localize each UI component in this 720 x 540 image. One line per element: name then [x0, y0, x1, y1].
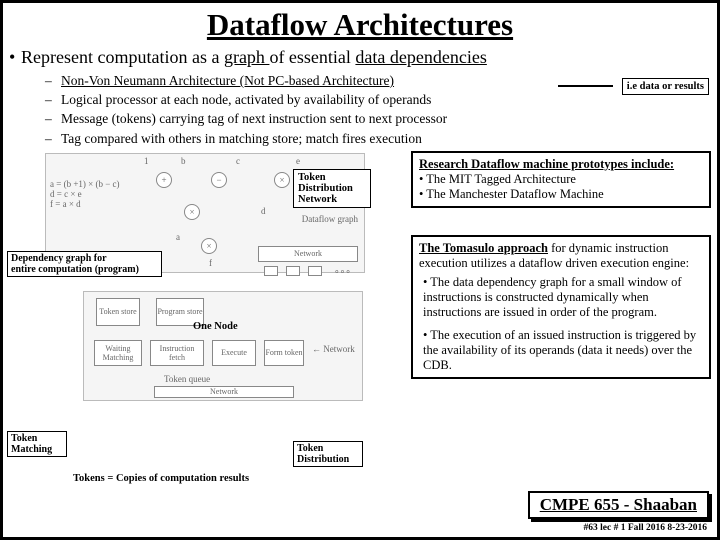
network-bar-2: Network — [154, 386, 294, 398]
tomasulo-heading: The Tomasulo approach — [419, 241, 548, 255]
graph-label-1: 1 — [144, 156, 149, 166]
tomasulo-p3: • The execution of an issued instruction… — [419, 328, 703, 373]
op-node-times-3: × — [201, 238, 217, 254]
token-queue-label: Token queue — [164, 374, 210, 384]
course-footer: CMPE 655 - Shaaban — [528, 491, 709, 519]
dependency-graph-label: Dependency graph for entire computation … — [7, 251, 162, 277]
waiting-matching-box: Waiting Matching — [94, 340, 142, 366]
one-node-caption: One Node — [193, 321, 238, 332]
tomasulo-p2: • The data dependency graph for a small … — [419, 275, 703, 320]
tomasulo-panel: The Tomasulo approach for dynamic instru… — [411, 235, 711, 379]
note-ie-data-or-results: i.e data or results — [622, 78, 709, 95]
page-title: Dataflow Architectures — [3, 3, 717, 45]
form-token-box: Form token — [264, 340, 304, 366]
arrow-to-note — [558, 85, 613, 87]
op-node-minus: − — [211, 172, 227, 188]
tokens-copies-caption: Tokens = Copies of computation results — [73, 473, 249, 484]
net-unit-2 — [286, 266, 300, 276]
one-node-diagram: Token store Program store Waiting Matchi… — [83, 291, 363, 401]
graph-label-d: d — [261, 206, 266, 216]
dataflow-graph-label: Dataflow graph — [302, 214, 358, 224]
network-bar: Network — [258, 246, 358, 262]
execute-box: Execute — [212, 340, 256, 366]
course-code: CMPE 655 - Shaaban — [540, 495, 697, 514]
sub-bullet-1: Non-Von Neumann Architecture (Not PC-bas… — [61, 73, 394, 88]
op-node-times-1: × — [274, 172, 290, 188]
token-distribution-network-label: Token Distribution Network — [293, 169, 371, 208]
research-prototypes-panel: Research Dataflow machine prototypes inc… — [411, 151, 711, 208]
sub-bullet-4: Tag compared with others in matching sto… — [61, 131, 422, 146]
net-unit-3 — [308, 266, 322, 276]
op-node-plus: + — [156, 172, 172, 188]
graph-label-e: e — [296, 156, 300, 166]
main-area: a = (b +1) × (b − c) d = c × e f = a × d… — [3, 151, 717, 531]
graph-label-c: c — [236, 156, 240, 166]
sub-bullet-3: Message (tokens) carrying tag of next in… — [61, 111, 447, 126]
research-item-1: • The MIT Tagged Architecture — [419, 172, 703, 187]
graph-label-f: f — [209, 258, 212, 268]
sub-bullet-2: Logical processor at each node, activate… — [61, 92, 431, 107]
eq-line-3: f = a × d — [50, 200, 120, 210]
bullet-text-1: Represent computation as a — [21, 47, 224, 67]
sub-bullet-list: Non-Von Neumann Architecture (Not PC-bas… — [3, 70, 717, 151]
footer-meta: #63 lec # 1 Fall 2016 8-23-2016 — [584, 523, 707, 533]
token-distribution-label: Token Distribution — [293, 441, 363, 467]
research-item-2: • The Manchester Dataflow Machine — [419, 187, 703, 202]
token-matching-label: Token Matching — [7, 431, 67, 457]
graph-label-b: b — [181, 156, 186, 166]
to-network-label: ← Network — [312, 344, 355, 354]
op-node-times-2: × — [184, 204, 200, 220]
bullet-main: Represent computation as a graph of esse… — [3, 45, 717, 70]
net-ellipsis: ∘∘∘ — [334, 266, 351, 277]
graph-label-a: a — [176, 232, 180, 242]
instruction-fetch-box: Instruction fetch — [150, 340, 204, 366]
bullet-text-2: of essential — [269, 47, 355, 67]
research-heading: Research Dataflow machine prototypes inc… — [419, 157, 674, 171]
bullet-text-graph: graph — [224, 47, 269, 67]
token-store-box: Token store — [96, 298, 140, 326]
net-unit-1 — [264, 266, 278, 276]
bullet-text-dep: data dependencies — [355, 47, 486, 67]
